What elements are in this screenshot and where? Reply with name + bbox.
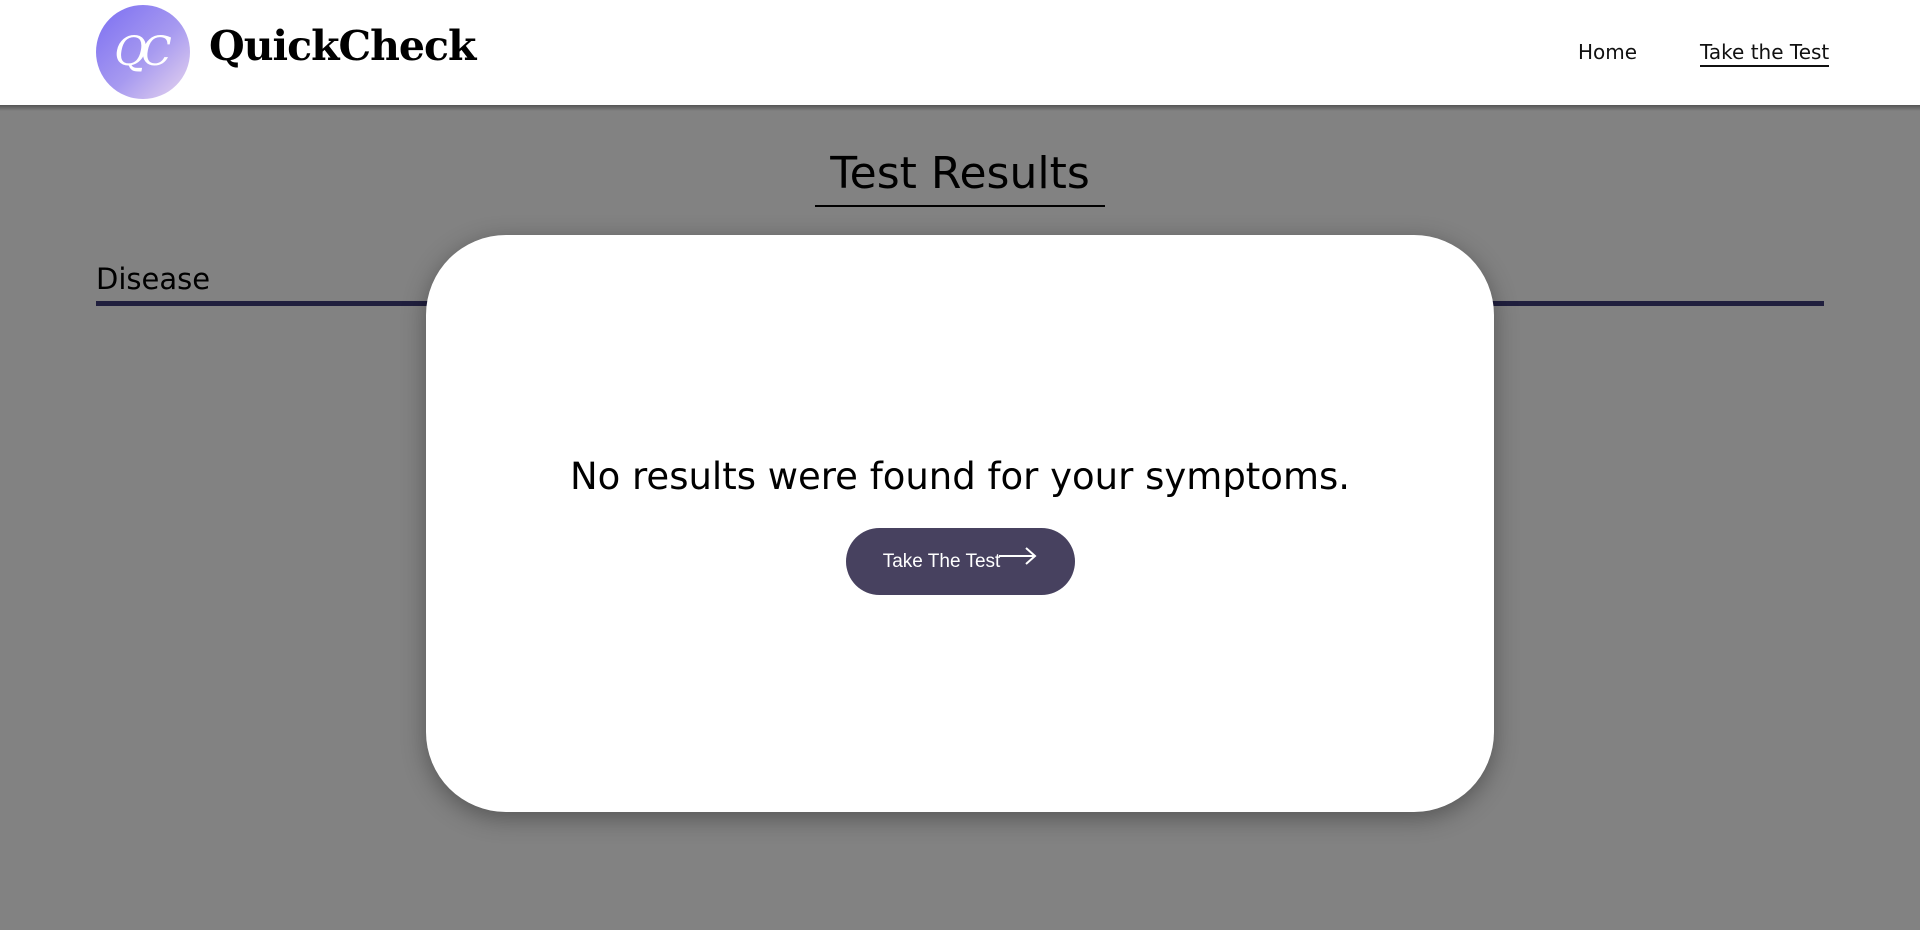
nav-home[interactable]: Home (1578, 40, 1637, 64)
logo-monogram: QC (114, 29, 171, 75)
site-header: QC QuickCheck Home Take the Test (0, 0, 1920, 105)
nav-take-the-test[interactable]: Take the Test (1700, 40, 1830, 67)
brand-name[interactable]: QuickCheck (209, 22, 476, 70)
no-results-modal: No results were found for your symptoms.… (426, 235, 1494, 812)
no-results-message: No results were found for your symptoms. (569, 455, 1351, 498)
arrow-right-icon (998, 545, 1038, 573)
take-the-test-button-label: Take The Test (882, 550, 1001, 572)
take-the-test-button[interactable]: Take The Test (846, 528, 1075, 595)
logo[interactable]: QC (96, 5, 190, 99)
header-shadow (0, 105, 1920, 111)
